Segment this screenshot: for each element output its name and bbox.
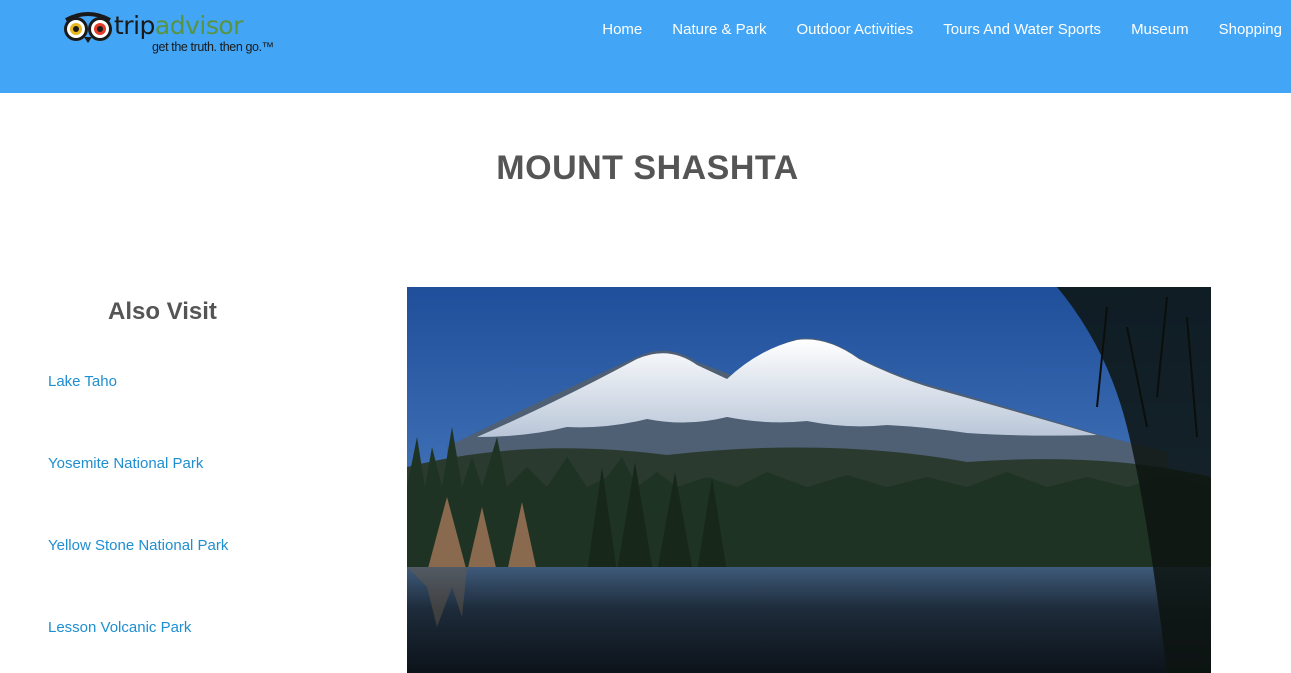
sidebar-link-yosemite[interactable]: Yosemite National Park <box>48 454 203 474</box>
nav-museum[interactable]: Museum <box>1131 20 1189 40</box>
mountain-lake-photo <box>407 287 1211 673</box>
sidebar-link-lake-taho[interactable]: Lake Taho <box>48 372 117 392</box>
nav-home[interactable]: Home <box>602 20 642 40</box>
nav-nature-park[interactable]: Nature & Park <box>672 20 766 40</box>
logo-word-trip: trip <box>114 11 155 40</box>
nav-tours-water-sports[interactable]: Tours And Water Sports <box>943 20 1101 40</box>
owl-eyes-icon <box>64 12 112 43</box>
logo-wordmark: tripadvisor <box>114 12 243 40</box>
logo-word-advisor: advisor <box>154 11 244 40</box>
page-title: MOUNT SHASHTA <box>496 149 799 187</box>
sidebar-link-lesson-volcanic[interactable]: Lesson Volcanic Park <box>48 618 191 638</box>
nav-outdoor-activities[interactable]: Outdoor Activities <box>796 20 913 40</box>
also-visit-heading: Also Visit <box>108 298 217 325</box>
nav-shopping[interactable]: Shopping <box>1219 20 1282 40</box>
tripadvisor-logo[interactable]: tripadvisor get the truth. then go.™ <box>62 10 277 58</box>
site-header: tripadvisor get the truth. then go.™ Hom… <box>0 0 1291 93</box>
main-nav: Home Nature & Park Outdoor Activities To… <box>602 20 1282 40</box>
sidebar-link-yellowstone[interactable]: Yellow Stone National Park <box>48 536 228 556</box>
logo-tagline: get the truth. then go.™ <box>152 40 274 54</box>
